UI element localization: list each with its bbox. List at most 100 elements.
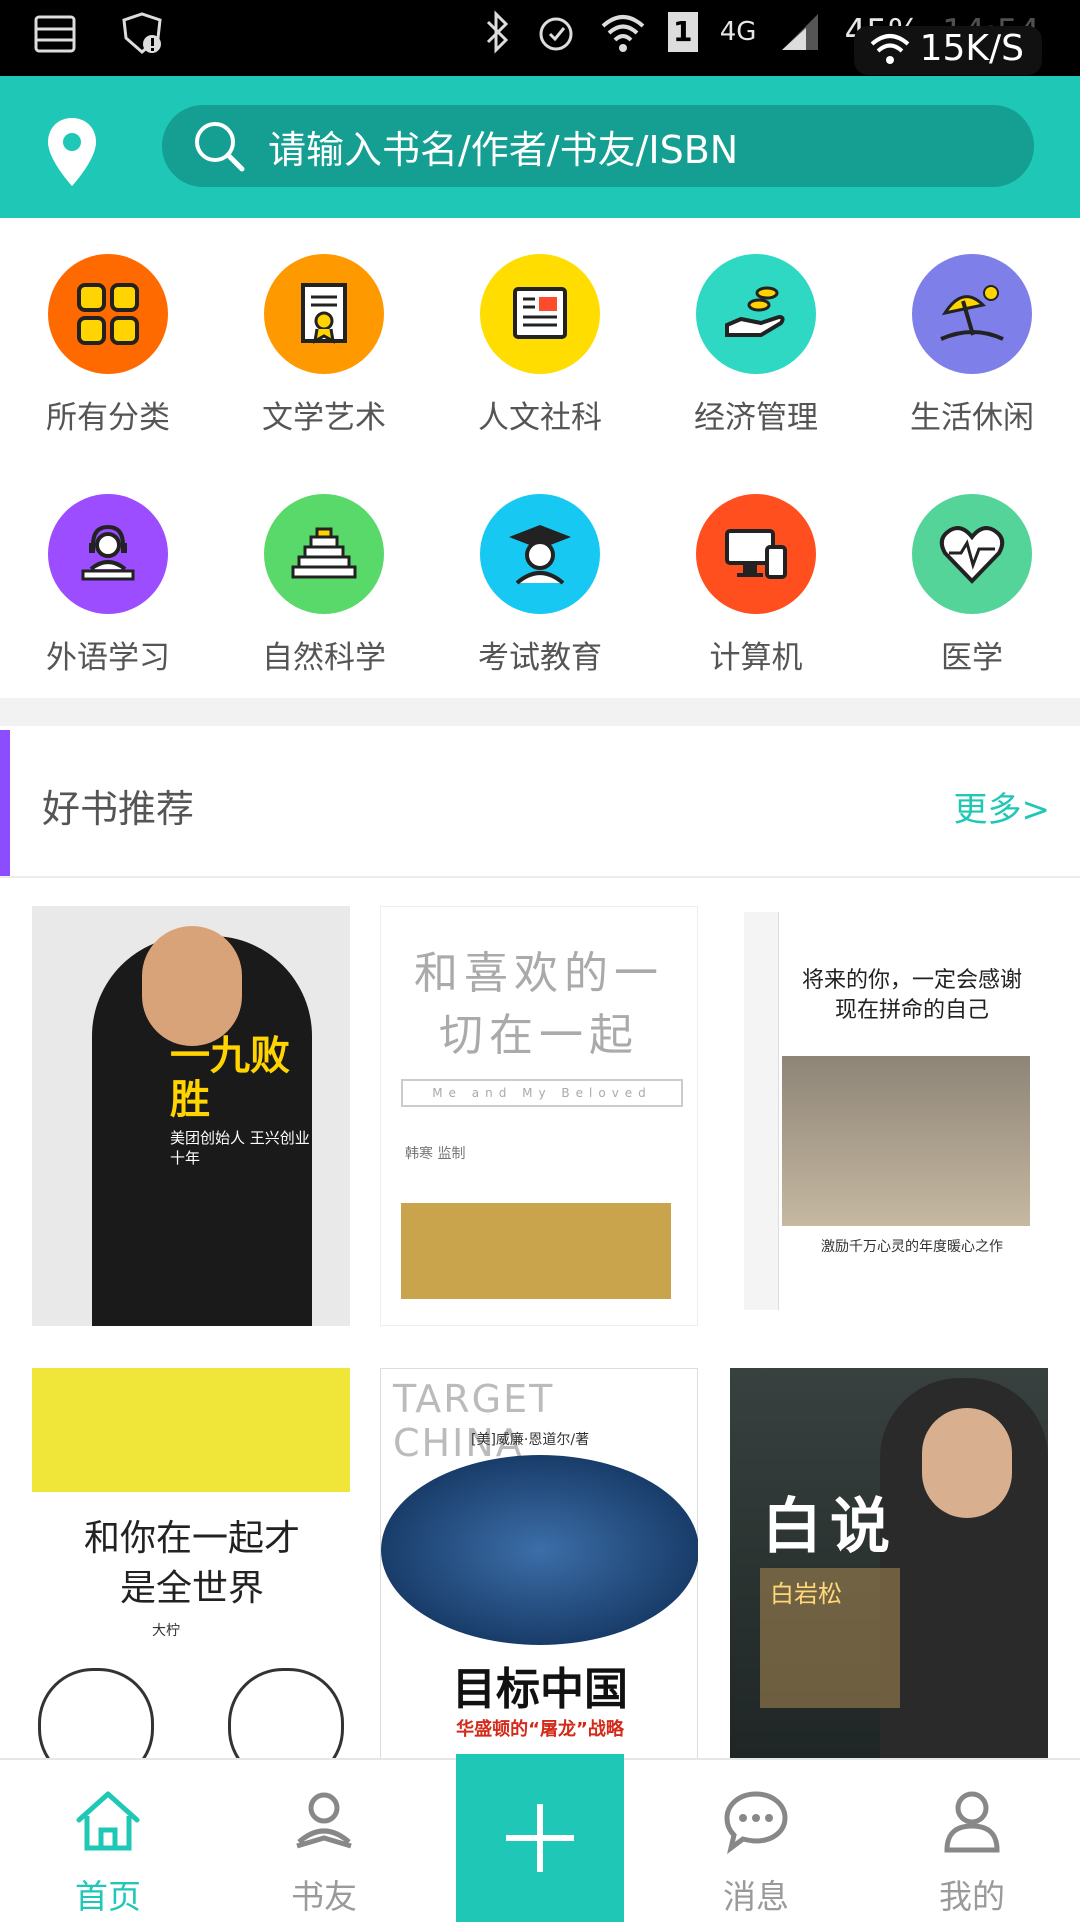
nav-profile[interactable]: 我的 [864, 1760, 1080, 1922]
category-label: 文学艺术 [262, 400, 386, 436]
category-label: 人文社科 [478, 400, 602, 436]
shield-alert-icon [122, 12, 162, 54]
category-label: 外语学习 [46, 640, 170, 676]
book-author: 大柠 [152, 1623, 180, 1639]
top-header: 请输入书名/作者/书友/ISBN [0, 76, 1080, 218]
heart-pulse-icon [912, 494, 1032, 614]
category-lifestyle[interactable]: 生活休闲 [872, 218, 1072, 438]
section-accent-bar [0, 730, 10, 876]
wifi-icon [870, 33, 909, 64]
bluetooth-icon [486, 10, 508, 54]
user-icon [944, 1791, 1000, 1853]
nav-home[interactable]: 首页 [0, 1760, 216, 1922]
book-card[interactable]: 白说 白岩松 [730, 1368, 1048, 1758]
book-editor: 韩寒 监制 [405, 1146, 466, 1162]
book-title: 和喜欢的一切在一起 [414, 948, 664, 1061]
newspaper-icon [480, 254, 600, 374]
book-title: 和你在一起才是全世界 [83, 1518, 300, 1609]
category-label: 经济管理 [694, 400, 818, 436]
cat-illustration [38, 1668, 154, 1758]
chat-bubble-icon [724, 1791, 788, 1855]
book-author: 白岩松 [770, 1580, 842, 1608]
category-computer[interactable]: 计算机 [656, 458, 856, 678]
nav-friends[interactable]: 书友 [216, 1760, 432, 1922]
category-label: 自然科学 [262, 640, 386, 676]
signal-strength-icon [782, 14, 819, 50]
book-cover: 白说 白岩松 [730, 1368, 1048, 1758]
add-button[interactable] [456, 1754, 624, 1922]
cover-image [381, 1455, 698, 1645]
beach-umbrella-icon [912, 254, 1032, 374]
book-title: 将来的你，一定会感谢现在拼命的自己 [801, 968, 1022, 1023]
book-card[interactable]: 将来的你，一定会感谢现在拼命的自己 激励千万心灵的年度暖心之作 [730, 906, 1048, 1326]
headphones-student-icon [48, 494, 168, 614]
search-bar[interactable]: 请输入书名/作者/书友/ISBN [162, 105, 1034, 187]
nav-label: 我的 [939, 1877, 1005, 1916]
wifi-icon [601, 15, 645, 52]
category-label: 医学 [941, 640, 1003, 676]
location-pin-icon[interactable] [44, 116, 100, 188]
more-link[interactable]: 更多> [954, 782, 1051, 831]
book-band [401, 1203, 671, 1299]
book-card[interactable]: 和你在一起才是全世界 大柠 [32, 1368, 350, 1758]
book-subtitle: 美团创始人 王兴创业十年 [170, 1129, 310, 1167]
category-literature[interactable]: 文学艺术 [224, 218, 424, 438]
category-exam-education[interactable]: 考试教育 [440, 458, 640, 678]
book-title: 一九败胜 [170, 1033, 290, 1123]
book-author: [美]威廉·恩道尔/著 [471, 1432, 590, 1448]
plus-icon [506, 1804, 574, 1872]
coins-hand-icon [696, 254, 816, 374]
sd-card-icon [34, 15, 76, 53]
book-card[interactable]: 和喜欢的一切在一起 Me and My Beloved 韩寒 监制 [380, 906, 698, 1326]
bottom-navigation: 首页 书友 消息 我的 [0, 1754, 1080, 1922]
book-cover: 一九败胜 美团创始人 王兴创业十年 [32, 906, 350, 1326]
category-label: 生活休闲 [910, 400, 1034, 436]
book-english-title: TARGET CHINA [393, 1377, 555, 1465]
home-icon [76, 1791, 140, 1851]
alarm-icon [539, 17, 573, 51]
category-grid: 所有分类 文学艺术 人文社科 经济管理 生活休闲 外语学习 自然科学 考试教育 … [0, 218, 1080, 698]
section-title: 好书推荐 [42, 787, 195, 831]
book-cover: TARGET CHINA [美]威廉·恩道尔/著 目标中国 华盛顿的“屠龙”战略 [380, 1368, 698, 1758]
category-humanities[interactable]: 人文社科 [440, 218, 640, 438]
search-icon [195, 122, 245, 172]
category-languages[interactable]: 外语学习 [8, 458, 208, 678]
grid-icon [48, 254, 168, 374]
book-cover: 和喜欢的一切在一起 Me and My Beloved 韩寒 监制 [380, 906, 698, 1326]
category-label: 考试教育 [478, 640, 602, 676]
book-cover: 将来的你，一定会感谢现在拼命的自己 激励千万心灵的年度暖心之作 [730, 906, 1048, 1326]
category-label: 所有分类 [46, 400, 170, 436]
certificate-icon [264, 254, 384, 374]
cover-image [782, 1056, 1030, 1226]
network-type: 4G [719, 17, 757, 47]
book-card[interactable]: 一九败胜 美团创始人 王兴创业十年 [32, 906, 350, 1326]
book-cover: 和你在一起才是全世界 大柠 [32, 1368, 350, 1758]
category-all[interactable]: 所有分类 [8, 218, 208, 438]
pyramid-icon [264, 494, 384, 614]
book-grid: 一九败胜 美团创始人 王兴创业十年 和喜欢的一切在一起 Me and My Be… [0, 878, 1080, 1758]
section-divider [0, 698, 1080, 726]
category-natural-science[interactable]: 自然科学 [224, 458, 424, 678]
sim-slot-badge: 1 [667, 12, 698, 52]
network-speed: 15K/S [919, 28, 1024, 69]
category-label: 计算机 [709, 640, 803, 676]
search-placeholder: 请输入书名/作者/书友/ISBN [268, 127, 739, 172]
category-medicine[interactable]: 医学 [872, 458, 1072, 678]
book-title: 目标中国 [452, 1664, 628, 1715]
status-bar: 1 4G 45% 14:54 15K/S [0, 0, 1080, 76]
recommend-header: 好书推荐 更多> [0, 726, 1080, 878]
book-subtitle: Me and My Beloved [401, 1079, 683, 1107]
graduate-icon [480, 494, 600, 614]
nav-messages[interactable]: 消息 [648, 1760, 864, 1922]
reader-icon [296, 1792, 352, 1849]
network-speed-indicator: 15K/S [853, 26, 1042, 75]
book-card[interactable]: TARGET CHINA [美]威廉·恩道尔/著 目标中国 华盛顿的“屠龙”战略 [380, 1368, 698, 1758]
book-subtitle: 华盛顿的“屠龙”战略 [456, 1719, 624, 1740]
book-title: 白说 [762, 1492, 898, 1562]
cat-illustration [228, 1668, 344, 1758]
computer-icon [696, 494, 816, 614]
nav-label: 书友 [291, 1877, 357, 1916]
category-economics[interactable]: 经济管理 [656, 218, 856, 438]
book-subtitle: 激励千万心灵的年度暖心之作 [821, 1239, 1003, 1255]
nav-label: 首页 [75, 1877, 141, 1916]
